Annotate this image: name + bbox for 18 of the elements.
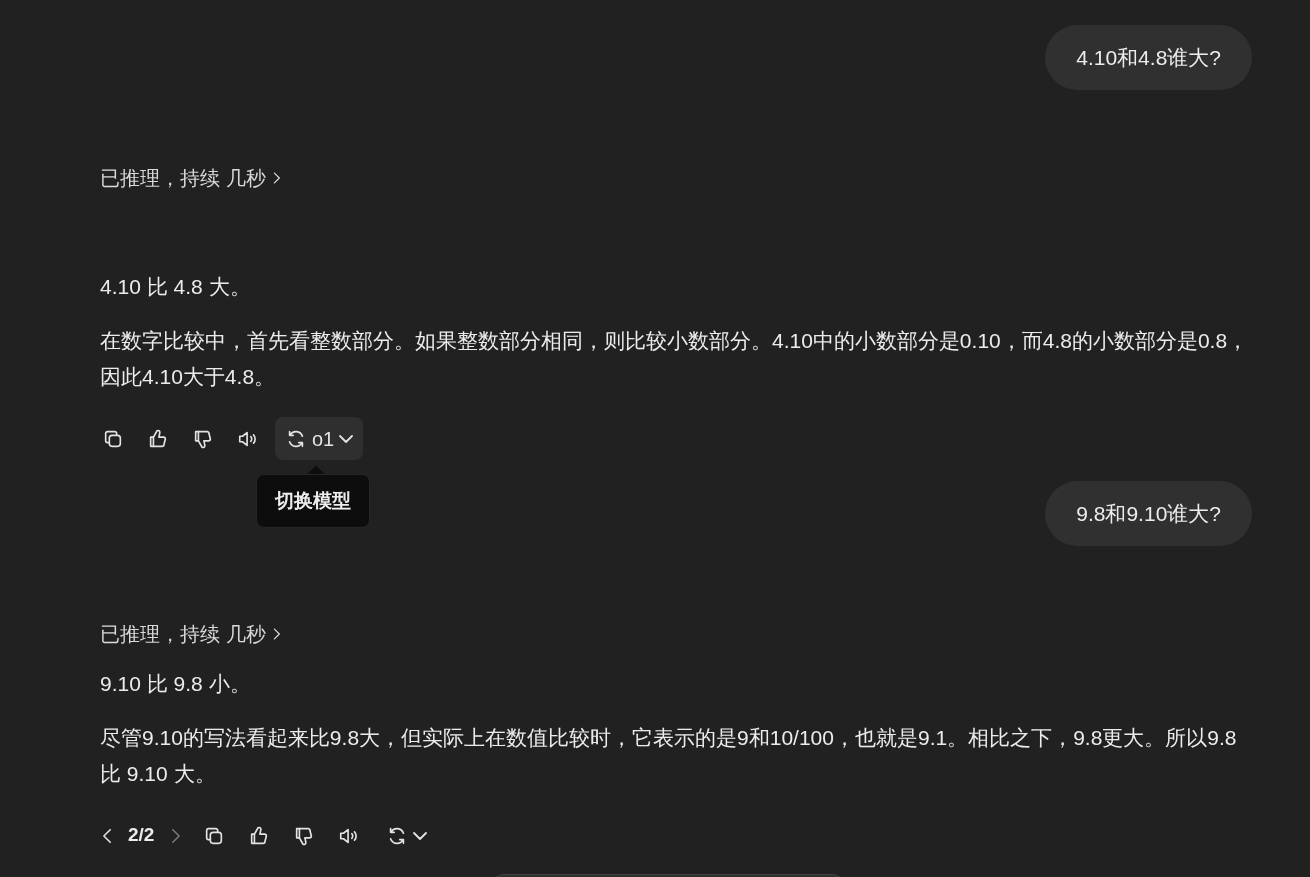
answer-paragraph: 4.10 比 4.8 大。 — [100, 274, 252, 300]
user-message-bubble: 9.8和9.10谁大? — [1045, 481, 1252, 546]
answer-paragraph: 在数字比较中，首先看整数部分。如果整数部分相同，则比较小数部分。4.10中的小数部分是0.10，而4.8的小数部分是0.8，因此4.10大于4.8。 — [100, 328, 1250, 390]
chevron-left-icon — [102, 827, 112, 844]
reasoning-toggle[interactable]: 已推理，持续 几秒 — [100, 160, 280, 196]
answer-paragraph: 尽管9.10的写法看起来比9.8大，但实际上在数值比较时，它表示的是9和10/100，也就是9.1。相比之下，9.8更大。所以9.8 比 9.10 大。 — [100, 725, 1238, 787]
tooltip: 切换模型 — [256, 474, 370, 528]
chevron-right-icon — [272, 172, 280, 184]
answer-paragraph: 9.10 比 9.8 小。 — [100, 671, 252, 697]
chevron-down-icon — [339, 434, 354, 443]
chevron-right-icon — [272, 628, 280, 640]
chevron-down-icon — [413, 831, 428, 840]
chevron-right-icon — [170, 827, 180, 844]
user-message-bubble: 4.10和4.8谁大? — [1045, 25, 1252, 90]
page-counter: 2/2 — [128, 823, 155, 848]
switch-model-button[interactable]: o1 — [275, 417, 364, 460]
thumbs-up-icon — [147, 427, 169, 450]
reasoning-toggle[interactable]: 已推理，持续 几秒 — [100, 616, 280, 652]
